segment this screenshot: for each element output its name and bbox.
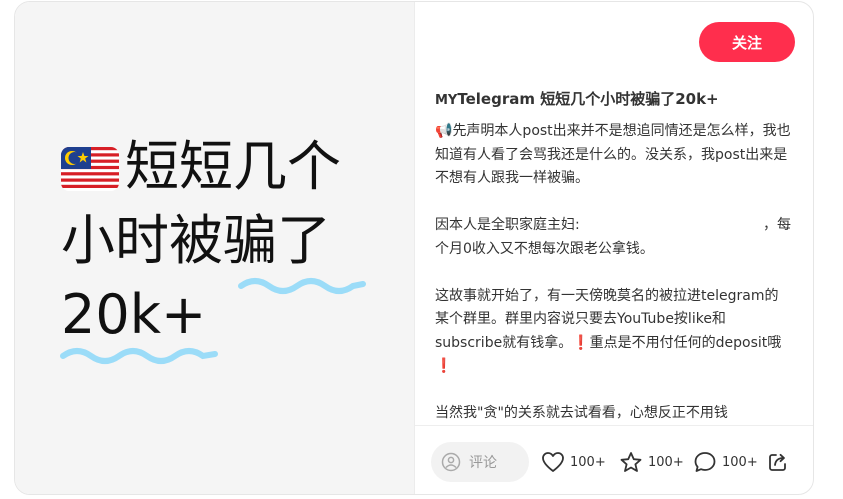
follow-button[interactable]: 关注 (699, 22, 795, 62)
paragraph-2-text-b: ，每 (763, 217, 791, 233)
exclamation-icon: ❗ (572, 334, 590, 351)
like-count: 100+ (570, 454, 606, 470)
comment-input[interactable]: 评论 (431, 442, 529, 482)
post-title-text: Telegram 短短几个小时被骗了20k+ (457, 90, 719, 108)
share-button[interactable] (767, 442, 794, 482)
paragraph-2-text-c: 个月0收入又不想每次跟老公拿钱。 (435, 240, 654, 257)
post-card: 短短几个 小时被骗了 20k+ 关注 MYTelegram 短短几个小时被骗了2… (14, 1, 814, 495)
squiggle-underline-2 (60, 348, 218, 364)
cover-text: 短短几个 小时被骗了 20k+ (61, 130, 341, 352)
cover-line-1: 短短几个 (61, 130, 341, 204)
paragraph-2: 因本人是全职家庭主妇: ，每 个月0收入又不想每次跟老公拿钱。 (435, 214, 791, 261)
star-icon (620, 452, 642, 472)
like-button[interactable]: 100+ (541, 442, 606, 482)
collect-count: 100+ (648, 454, 684, 470)
paragraph-1: 📢先声明本人post出来并不是想追同情还是怎么样，我也知道有人看了会骂我还是什么… (435, 120, 791, 191)
comment-pen-icon (441, 452, 461, 472)
comment-button[interactable]: 100+ (693, 442, 758, 482)
malaysia-flag-icon (61, 147, 119, 191)
country-code: MY (435, 93, 458, 108)
post-body: 📢先声明本人post出来并不是想追同情还是怎么样，我也知道有人看了会骂我还是什么… (435, 120, 791, 422)
paragraph-1-text: 先声明本人post出来并不是想追同情还是怎么样，我也知道有人看了会骂我还是什么的… (435, 123, 791, 186)
squiggle-underline-1 (238, 278, 366, 294)
paragraph-3-text-b: 重点是不用付任何的deposit哦 (589, 334, 782, 351)
megaphone-icon: 📢 (435, 123, 453, 139)
cover-image[interactable]: 短短几个 小时被骗了 20k+ (15, 2, 415, 494)
paragraph-2-text-a: 因本人是全职家庭主妇: (435, 217, 580, 233)
paragraph-4: 当然我"贪"的关系就去试看看，心想反正不用钱 (435, 405, 728, 421)
cover-line-2: 小时被骗了 (61, 209, 331, 272)
comment-placeholder: 评论 (469, 455, 497, 471)
share-icon (769, 453, 786, 471)
exclamation-icon: ❗ (435, 358, 453, 374)
post-title: MYTelegram 短短几个小时被骗了20k+ (435, 88, 795, 109)
paragraph-2-line-1: 因本人是全职家庭主妇: ，每 (435, 214, 791, 238)
post-detail-panel: 关注 MYTelegram 短短几个小时被骗了20k+ 📢先声明本人post出来… (415, 2, 813, 494)
paragraph-3: 这故事就开始了，有一天傍晚莫名的被拉进telegram的某个群里。群里内容说只要… (435, 285, 791, 379)
heart-icon (542, 452, 564, 472)
engagement-bar: 评论 100+ 100+ 100+ (415, 425, 813, 494)
comment-count: 100+ (722, 454, 758, 470)
chat-bubble-icon (694, 452, 716, 472)
collect-button[interactable]: 100+ (619, 442, 684, 482)
